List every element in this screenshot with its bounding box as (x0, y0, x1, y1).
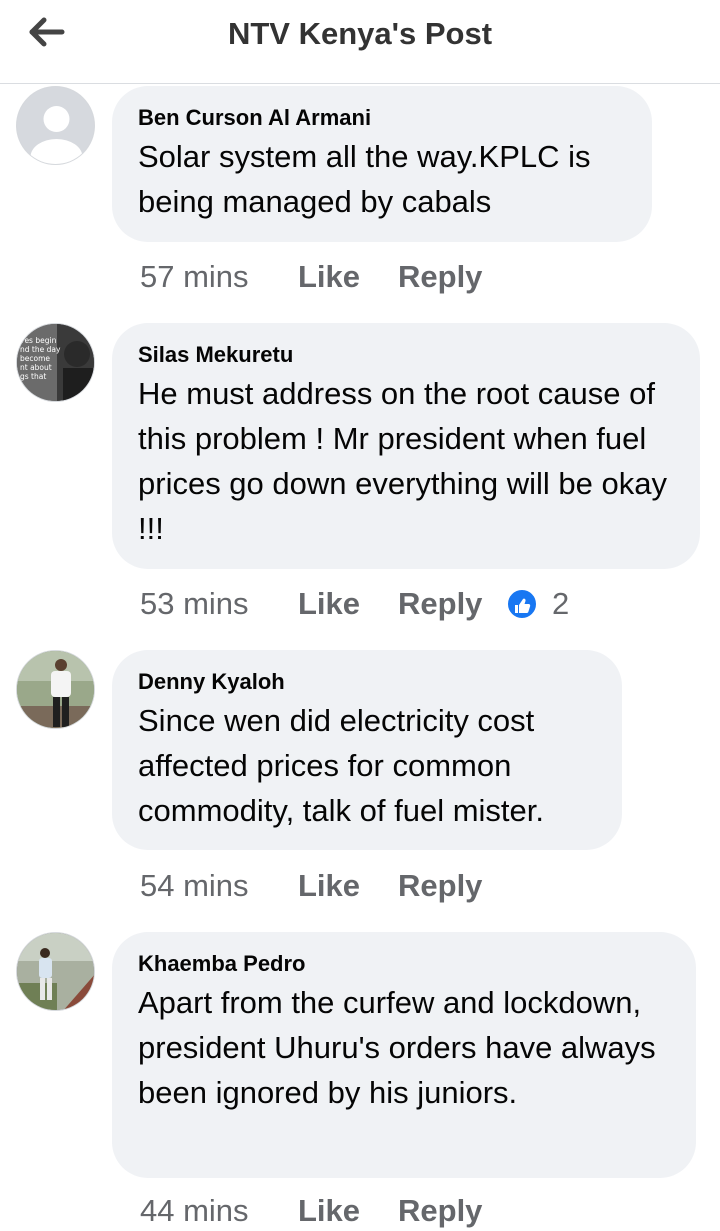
like-reaction-icon[interactable] (506, 588, 538, 620)
avatar-caption-line: nt about (20, 363, 52, 372)
reply-button[interactable]: Reply (398, 584, 482, 624)
comment-time[interactable]: 44 mins (140, 1191, 249, 1231)
avatar[interactable] (16, 650, 95, 729)
comment-author[interactable]: Khaemba Pedro (138, 950, 670, 978)
comment-text: He must address on the root cause of thi… (138, 376, 667, 546)
reaction-count[interactable]: 2 (552, 584, 569, 624)
like-button[interactable]: Like (298, 257, 360, 297)
reply-button[interactable]: Reply (398, 1191, 482, 1231)
reply-button[interactable]: Reply (398, 866, 482, 906)
like-button[interactable]: Like (298, 866, 360, 906)
page-title: NTV Kenya's Post (227, 16, 493, 51)
avatar[interactable] (16, 86, 95, 165)
avatar[interactable] (16, 932, 95, 1011)
comment-time[interactable]: 54 mins (140, 866, 249, 906)
like-button[interactable]: Like (298, 1191, 360, 1231)
top-bar: NTV Kenya's Post (0, 0, 720, 84)
comment-bubble[interactable]: Ben Curson Al Armani Solar system all th… (112, 86, 652, 242)
comment-text: Apart from the curfew and lockdown, pres… (138, 985, 656, 1110)
avatar-caption-line: become (20, 354, 50, 363)
avatar-image (17, 933, 94, 1010)
default-avatar-icon (17, 87, 94, 164)
comment-author[interactable]: Silas Mekuretu (138, 341, 674, 369)
avatar-caption-line: gs that (20, 372, 46, 381)
avatar-caption-line: nd the day (20, 345, 61, 354)
comment-text: Solar system all the way.KPLC is being m… (138, 139, 591, 219)
avatar-image: ves begin nd the day become nt about gs … (17, 324, 94, 401)
avatar[interactable]: ves begin nd the day become nt about gs … (16, 323, 95, 402)
avatar-caption-line: ves begin (20, 336, 57, 345)
comment-time[interactable]: 53 mins (140, 584, 249, 624)
comment-text: Since wen did electricity cost affected … (138, 703, 544, 828)
comment-author[interactable]: Denny Kyaloh (138, 668, 596, 696)
avatar-image (17, 651, 94, 728)
like-button[interactable]: Like (298, 584, 360, 624)
comment-author[interactable]: Ben Curson Al Armani (138, 104, 626, 132)
comment-bubble[interactable]: Khaemba Pedro Apart from the curfew and … (112, 932, 696, 1178)
reply-button[interactable]: Reply (398, 257, 482, 297)
comment-bubble[interactable]: Denny Kyaloh Since wen did electricity c… (112, 650, 622, 850)
comment-time[interactable]: 57 mins (140, 257, 249, 297)
comment-bubble[interactable]: Silas Mekuretu He must address on the ro… (112, 323, 700, 569)
